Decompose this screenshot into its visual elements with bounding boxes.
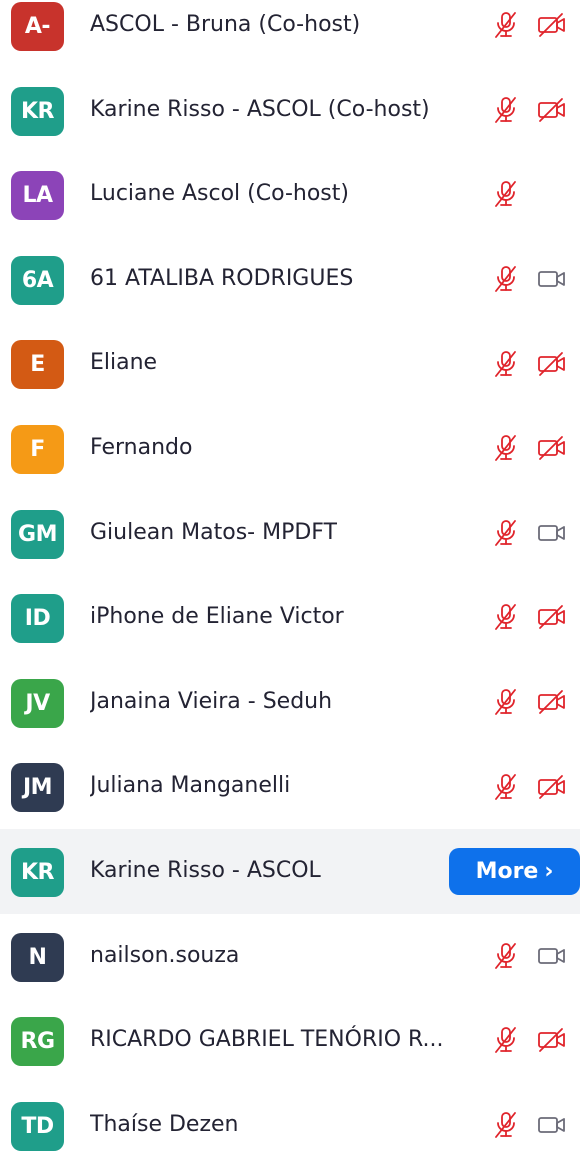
microphone-muted-icon[interactable] <box>490 432 522 464</box>
microphone-muted-icon[interactable] <box>490 348 522 380</box>
participant-row[interactable]: KR Karine Risso - ASCOL (Co-host) <box>0 68 580 153</box>
participant-status-icons <box>490 660 568 745</box>
microphone-muted-icon[interactable] <box>490 686 522 718</box>
video-off-icon[interactable] <box>536 771 568 803</box>
avatar: ID <box>11 594 64 644</box>
participant-name: Fernando <box>90 434 193 460</box>
video-camera-icon[interactable] <box>536 940 568 972</box>
video-off-icon[interactable] <box>536 432 568 464</box>
participant-name: Janaina Vieira - Seduh <box>90 688 333 714</box>
participant-status-icons <box>490 0 568 68</box>
microphone-muted-icon[interactable] <box>490 1109 522 1141</box>
video-camera-icon[interactable] <box>536 517 568 549</box>
participant-row-hovered[interactable]: KR Karine Risso - ASCOL More › <box>0 828 580 914</box>
more-button[interactable]: More › <box>449 847 580 895</box>
participant-name: Luciane Ascol (Co-host) <box>90 181 349 207</box>
participant-row[interactable]: A- ASCOL - Bruna (Co-host) <box>0 0 580 68</box>
participant-name: 61 ATALIBA RODRIGUES <box>90 265 354 291</box>
participant-status-icons <box>490 68 568 153</box>
participant-row[interactable]: LA Luciane Ascol (Co-host) <box>0 152 580 237</box>
participants-list: A- ASCOL - Bruna (Co-host) KR Karine Ris… <box>0 0 580 1167</box>
more-button-label: More <box>475 858 539 884</box>
participant-status-icons <box>490 914 568 999</box>
avatar: 6A <box>11 255 64 305</box>
avatar: KR <box>11 86 64 136</box>
participant-status-icons <box>490 237 568 322</box>
participant-name: Karine Risso - ASCOL (Co-host) <box>90 96 430 122</box>
microphone-muted-icon[interactable] <box>490 178 522 210</box>
avatar: E <box>11 340 64 390</box>
avatar: F <box>11 424 64 474</box>
avatar: KR <box>11 847 64 897</box>
microphone-muted-icon[interactable] <box>490 1024 522 1056</box>
participant-row[interactable]: ID iPhone de Eliane Victor <box>0 575 580 660</box>
participant-row[interactable]: RG RICARDO GABRIEL TENÓRIO R... <box>0 998 580 1083</box>
participant-row[interactable]: F Fernando <box>0 406 580 491</box>
participant-row[interactable]: JV Janaina Vieira - Seduh <box>0 660 580 745</box>
avatar: JV <box>11 678 64 728</box>
participant-status-icons <box>490 744 568 829</box>
participant-row[interactable]: JM Juliana Manganelli <box>0 744 580 829</box>
participant-name: ASCOL - Bruna (Co-host) <box>90 12 361 37</box>
participant-row[interactable]: N nailson.souza <box>0 914 580 999</box>
microphone-muted-icon[interactable] <box>490 771 522 803</box>
participant-name: Thaíse Dezen <box>90 1111 239 1137</box>
participant-status-icons <box>490 575 568 660</box>
video-off-icon[interactable] <box>536 94 568 126</box>
participant-name: iPhone de Eliane Victor <box>90 604 344 630</box>
microphone-muted-icon[interactable] <box>490 940 522 972</box>
avatar: LA <box>11 171 64 221</box>
avatar: A- <box>11 2 64 51</box>
avatar: N <box>11 932 64 982</box>
microphone-muted-icon[interactable] <box>490 601 522 633</box>
video-camera-icon[interactable] <box>536 263 568 295</box>
participant-status-icons <box>490 491 568 576</box>
video-off-icon[interactable] <box>536 9 568 41</box>
microphone-muted-icon[interactable] <box>490 263 522 295</box>
microphone-muted-icon[interactable] <box>490 9 522 41</box>
participant-name: Eliane <box>90 350 158 376</box>
participant-row[interactable]: TD Thaíse Dezen <box>0 1083 580 1167</box>
participant-name: RICARDO GABRIEL TENÓRIO R... <box>90 1027 444 1053</box>
video-camera-icon[interactable] <box>536 1109 568 1141</box>
participant-status-icons <box>490 406 568 491</box>
participant-name: nailson.souza <box>90 942 240 968</box>
participant-name: Karine Risso - ASCOL <box>90 857 321 883</box>
video-off-icon[interactable] <box>536 348 568 380</box>
participant-status-icons <box>490 152 568 237</box>
avatar: TD <box>11 1101 64 1151</box>
participant-name: Giulean Matos- MPDFT <box>90 519 338 545</box>
video-off-icon[interactable] <box>536 1024 568 1056</box>
video-off-icon[interactable] <box>536 686 568 718</box>
participant-row[interactable]: E Eliane <box>0 321 580 406</box>
participant-name: Juliana Manganelli <box>90 773 291 799</box>
video-off-icon[interactable] <box>536 601 568 633</box>
participant-status-icons <box>490 321 568 406</box>
participant-status-icons <box>490 998 568 1083</box>
avatar: JM <box>11 763 64 813</box>
video-placeholder <box>536 178 568 210</box>
avatar: RG <box>11 1017 64 1067</box>
participant-row[interactable]: 6A 61 ATALIBA RODRIGUES <box>0 237 580 322</box>
microphone-muted-icon[interactable] <box>490 517 522 549</box>
participant-status-icons <box>490 1083 568 1167</box>
chevron-right-icon: › <box>544 858 554 884</box>
participant-row[interactable]: GM Giulean Matos- MPDFT <box>0 491 580 576</box>
avatar: GM <box>11 509 64 559</box>
microphone-muted-icon[interactable] <box>490 94 522 126</box>
